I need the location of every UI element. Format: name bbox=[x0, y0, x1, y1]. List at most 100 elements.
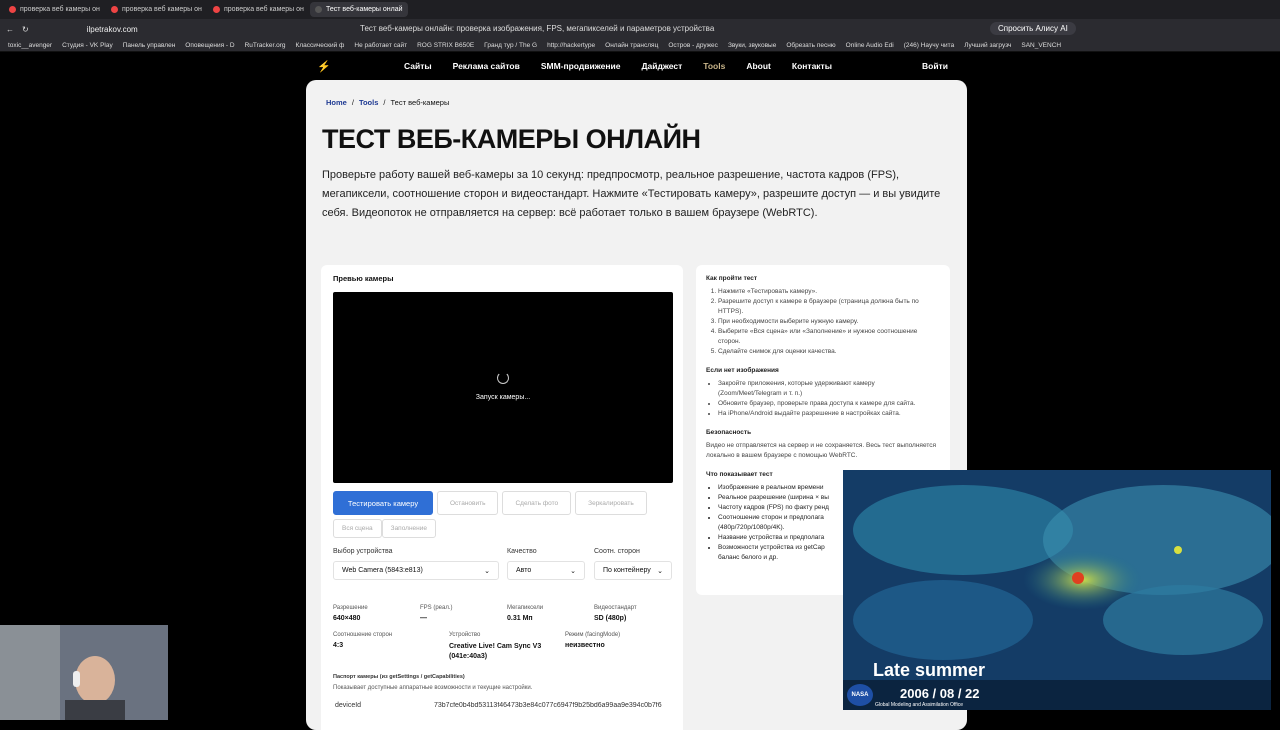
fill-button[interactable]: Заполнение bbox=[381, 519, 437, 538]
mirror-button[interactable]: Зеркалировать bbox=[575, 491, 647, 515]
nav-link-digest[interactable]: Дайджест bbox=[641, 61, 682, 71]
page-title-display: Тест веб-камеры онлайн: проверка изображ… bbox=[360, 24, 715, 33]
camera-preview-panel: Превью камеры Запуск камеры... Тестирова… bbox=[321, 265, 683, 730]
url-field[interactable]: ilpetrakov.com bbox=[87, 25, 138, 34]
nav-link-sites[interactable]: Сайты bbox=[404, 61, 432, 71]
bookmark-item[interactable]: toxic__avenger bbox=[8, 42, 52, 49]
test-camera-button[interactable]: Тестировать камеру bbox=[333, 491, 433, 515]
alice-button[interactable]: Спросить Алису AI bbox=[990, 22, 1076, 35]
address-bar: ← ↻ ilpetrakov.com Тест веб-камеры онлай… bbox=[0, 19, 1280, 39]
security-title: Безопасность bbox=[706, 429, 752, 436]
bookmark-item[interactable]: Гранд тур / The G bbox=[484, 42, 537, 49]
stat-value: Creative Live! Cam Sync V3 (041e:40a3) bbox=[449, 643, 542, 660]
bookmark-item[interactable]: (246) Научу чита bbox=[904, 42, 954, 49]
aspect-select[interactable]: По контейнеру ⌄ bbox=[594, 561, 672, 580]
bookmark-item[interactable]: Онлайн трансляц bbox=[605, 42, 658, 49]
browser-tab-bar: проверка веб камеры он проверка веб каме… bbox=[0, 0, 1280, 19]
reload-icon[interactable]: ↻ bbox=[22, 25, 29, 34]
world-map-visualization bbox=[843, 470, 1271, 680]
aspect-label: Соотн. сторон bbox=[594, 548, 640, 555]
list-item: При необходимости выберите нужную камеру… bbox=[718, 317, 940, 327]
breadcrumb: Home / Tools / Тест веб-камеры bbox=[326, 98, 449, 107]
bookmark-item[interactable]: Online Audio Edi bbox=[846, 42, 894, 49]
stat-value: неизвестно bbox=[565, 642, 605, 649]
stat-label: Режим (facingMode) bbox=[565, 632, 621, 638]
quality-select-value: Авто bbox=[516, 567, 532, 574]
device-select[interactable]: Web Camera (5843:e813) ⌄ bbox=[333, 561, 499, 580]
tab-favicon-icon bbox=[111, 6, 118, 13]
stat-value: SD (480p) bbox=[594, 615, 627, 622]
bookmark-item[interactable]: Не работает сайт bbox=[354, 42, 407, 49]
streamer-webcam bbox=[0, 625, 168, 720]
tab-favicon-icon bbox=[315, 6, 322, 13]
list-item: Разрешите доступ к камере в браузере (ст… bbox=[718, 297, 940, 317]
breadcrumb-home[interactable]: Home bbox=[326, 98, 347, 107]
nav-link-contacts[interactable]: Контакты bbox=[792, 61, 832, 71]
stat-label: Соотношение сторон bbox=[333, 632, 393, 638]
list-item: На iPhone/Android выдайте разрешение в н… bbox=[718, 409, 940, 419]
bookmark-item[interactable]: http://hackertype bbox=[547, 42, 595, 49]
browser-tab[interactable]: проверка веб камеры он bbox=[106, 2, 204, 17]
device-select-value: Web Camera (5843:e813) bbox=[342, 567, 423, 574]
breadcrumb-current: Тест веб-камеры bbox=[390, 98, 450, 107]
aspect-select-value: По контейнеру bbox=[603, 567, 651, 574]
page-intro: Проверьте работу вашей веб-камеры за 10 … bbox=[322, 169, 941, 219]
stat-label: Мегапиксели bbox=[507, 605, 544, 611]
noimg-list: Закройте приложения, которые удерживают … bbox=[706, 379, 940, 419]
video-preview: Запуск камеры... bbox=[333, 292, 673, 483]
bookmark-item[interactable]: Лучший загрузч bbox=[964, 42, 1011, 49]
passport-value: 73b7cfe0b4bd53113f46473b3e84c077c6947f9b… bbox=[434, 702, 662, 709]
nav-link-smm[interactable]: SMM-продвижение bbox=[541, 61, 621, 71]
snapshot-button[interactable]: Сделать фото bbox=[502, 491, 572, 515]
breadcrumb-tools[interactable]: Tools bbox=[359, 98, 378, 107]
noimg-title: Если нет изображения bbox=[706, 367, 779, 374]
login-link[interactable]: Войти bbox=[922, 61, 948, 71]
bookmark-item[interactable]: Оповещения - D bbox=[185, 42, 234, 49]
stat-label: Устройство bbox=[449, 632, 481, 638]
list-item: Обновите браузер, проверьте права доступ… bbox=[718, 399, 940, 409]
stat-label: Разрешение bbox=[333, 605, 368, 611]
site-logo-icon[interactable]: ⚡ bbox=[317, 60, 331, 73]
nav-link-tools[interactable]: Tools bbox=[703, 61, 725, 71]
passport-title: Паспорт камеры (из getSettings / getCapa… bbox=[333, 674, 465, 680]
bookmarks-bar: toxic__avenger Студия - VK Play Панель у… bbox=[0, 39, 1280, 52]
browser-tab[interactable]: проверка веб камеры он bbox=[4, 2, 102, 17]
stat-label: FPS (реал.) bbox=[420, 605, 453, 611]
bookmark-item[interactable]: Классический ф bbox=[296, 42, 345, 49]
quality-select[interactable]: Авто ⌄ bbox=[507, 561, 585, 580]
quality-label: Качество bbox=[507, 548, 537, 555]
chevron-down-icon: ⌄ bbox=[484, 567, 490, 575]
security-text: Видео не отправляется на сервер и не сох… bbox=[706, 442, 937, 459]
stat-label: Видеостандарт bbox=[594, 605, 637, 611]
nasa-video-overlay: Late summer NASA 2006 / 08 / 22 Global M… bbox=[843, 470, 1271, 710]
browser-tab[interactable]: проверка веб камеры он bbox=[208, 2, 306, 17]
bookmark-item[interactable]: RuTracker.org bbox=[245, 42, 286, 49]
tab-favicon-icon bbox=[213, 6, 220, 13]
nav-link-about[interactable]: About bbox=[746, 61, 771, 71]
bookmark-item[interactable]: SAN_VENCH bbox=[1021, 42, 1061, 49]
bookmark-item[interactable]: Звуки, звуковые bbox=[728, 42, 776, 49]
breadcrumb-separator: / bbox=[351, 98, 354, 107]
overlay-date: 2006 / 08 / 22 bbox=[900, 686, 980, 701]
bookmark-item[interactable]: Обрезать песню bbox=[786, 42, 835, 49]
chevron-down-icon: ⌄ bbox=[657, 567, 663, 575]
breadcrumb-separator: / bbox=[383, 98, 386, 107]
back-icon[interactable]: ← bbox=[6, 25, 14, 34]
stat-value: 4:3 bbox=[333, 642, 344, 649]
bookmark-item[interactable]: ROG STRIX B650E bbox=[417, 42, 474, 49]
overlay-org: Global Modeling and Assimilation Office bbox=[875, 702, 964, 708]
stop-button[interactable]: Остановить bbox=[437, 491, 499, 515]
loading-spinner-icon bbox=[497, 372, 509, 384]
device-label: Выбор устройства bbox=[333, 548, 393, 555]
stat-value: 0.31 Мп bbox=[507, 615, 533, 622]
passport-key: deviceId bbox=[335, 702, 362, 709]
full-scene-button[interactable]: Вся сцена bbox=[333, 519, 382, 538]
browser-tab-active[interactable]: Тест веб-камеры онлай bbox=[310, 2, 408, 17]
bookmark-item[interactable]: Панель управлен bbox=[123, 42, 176, 49]
nav-link-ads[interactable]: Реклама сайтов bbox=[453, 61, 520, 71]
loading-text: Запуск камеры... bbox=[475, 394, 531, 401]
bookmark-item[interactable]: Остров - дружес bbox=[668, 42, 718, 49]
site-navigation: ⚡ Сайты Реклама сайтов SMM-продвижение Д… bbox=[0, 53, 1280, 80]
bookmark-item[interactable]: Студия - VK Play bbox=[62, 42, 113, 49]
howto-title: Как пройти тест bbox=[706, 275, 758, 282]
